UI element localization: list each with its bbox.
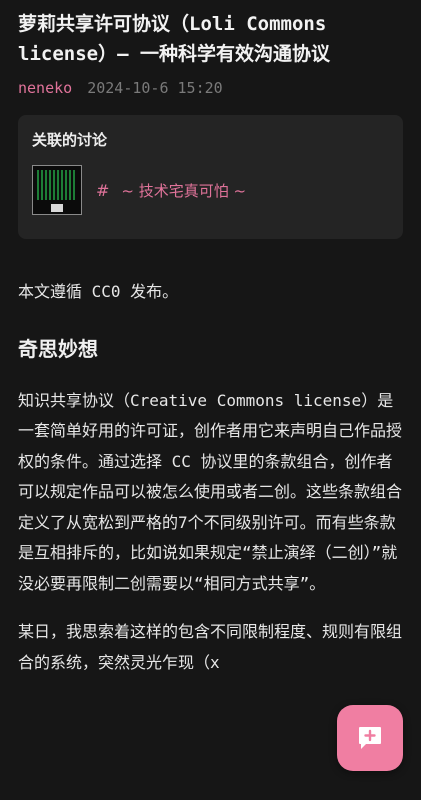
related-heading: 关联的讨论 (32, 131, 108, 149)
matrix-screen-icon (37, 170, 77, 200)
article-meta: neneko 2024-10-6 15:20 (18, 77, 403, 99)
body-paragraph: 知识共享协议（Creative Commons license）是一套简单好用的… (18, 390, 403, 593)
post-date: 2024-10-6 15:20 (87, 79, 223, 97)
article-page: 萝莉共享许可协议（Loli Commons license）— 一种科学有效沟通… (0, 0, 421, 800)
topic-thumbnail (32, 165, 82, 215)
article-title: 萝莉共享许可协议（Loli Commons license）— 一种科学有效沟通… (18, 13, 330, 65)
body-paragraph: 某日，我思索着这样的包含不同限制程度、规则有限组合的系统，突然灵光乍现（x (18, 622, 403, 672)
section-heading: 奇思妙想 (18, 336, 98, 361)
hash-icon: # (96, 180, 110, 200)
topic-name: ~ 技术宅真可怕 ~ (121, 181, 247, 200)
add-comment-icon (359, 727, 381, 749)
related-topic-link[interactable]: # ~ 技术宅真可怕 ~ (32, 165, 389, 215)
article-body: 本文遵循 CC0 发布。 奇思妙想 知识共享协议（Creative Common… (18, 277, 403, 678)
add-comment-button[interactable] (337, 705, 403, 771)
author-link[interactable]: neneko (18, 79, 72, 97)
monitor-stand (51, 204, 63, 212)
intro-text: 本文遵循 CC0 发布。 (18, 282, 179, 301)
related-discussion-card: 关联的讨论 # ~ 技术宅真可怕 ~ (18, 115, 403, 239)
